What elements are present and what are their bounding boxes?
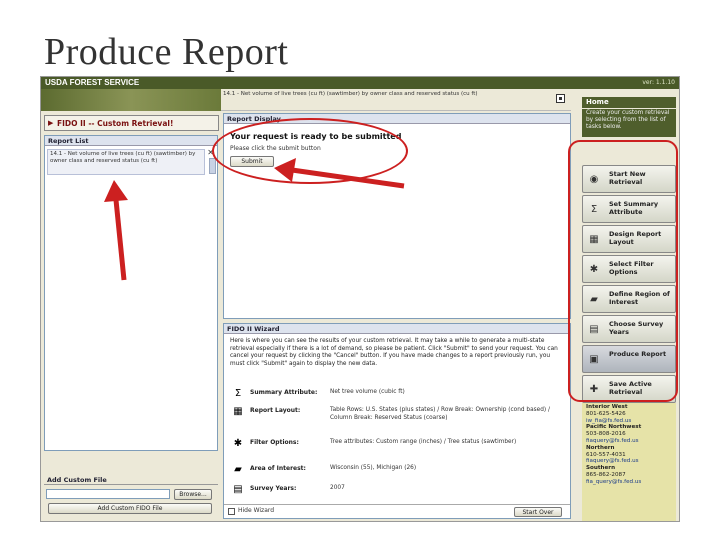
slide-title: Produce Report [44,31,289,73]
custom-file-header: Add Custom File [44,475,218,485]
report-list-panel: Report List 14.1 - Net volume of live tr… [44,135,218,451]
browse-button[interactable]: Browse... [174,489,212,500]
brand-logo: USDA FOREST SERVICE [45,78,140,87]
region-name: Interior West [586,404,628,410]
top-bar: USDA FOREST SERVICE ver: 1.1.10 [41,77,679,89]
region-phone: 610-557-4031 [586,451,626,458]
attr-label: Survey Years: [250,485,297,492]
contacts-panel: Interior West 801-625-5426 iw_fia@fs.fed… [582,403,676,521]
nav-intro-text: Create your custom retrieval by selectin… [582,109,676,137]
wizard-header: FIDO II Wizard [224,324,570,334]
region-phone: 865-862-2087 [586,471,626,478]
report-list-header: Report List [45,136,217,146]
retrieval-title: ▶ FIDO II -- Custom Retrieval! [44,115,219,131]
region-name: Pacific Northwest [586,424,642,431]
attr-value: Tree attributes: Custom range (inches) /… [330,439,517,445]
attr-value: Table Rows: U.S. States (plus states) / … [330,407,550,421]
survey-years-row: ▤ Survey Years: 2007 [230,484,564,506]
add-custom-file-panel: Add Custom File Browse... Add Custom FID… [44,475,218,519]
forest-banner [41,89,221,111]
file-path-input[interactable] [46,489,170,499]
region-name: Southern [586,465,616,472]
region-email-link[interactable]: fia_query@fs.fed.us [586,479,672,486]
attr-label: Report Layout: [250,407,301,414]
window-toggle-icon[interactable] [556,94,565,103]
region-phone: 801-625-5426 [586,410,626,417]
hide-wizard-checkbox[interactable] [228,508,235,515]
home-button[interactable]: Home [582,97,676,108]
map-icon: ▰ [234,464,242,475]
attr-label: Summary Attribute: [250,389,318,396]
attr-label: Filter Options: [250,439,299,446]
triangle-icon: ▶ [48,119,54,127]
filter-options-row: ✱ Filter Options: Tree attributes: Custo… [230,438,564,460]
region-email-link[interactable]: iw_fia@fs.fed.us [586,418,672,425]
region-phone: 503-808-2016 [586,431,626,438]
retrieval-title-text: FIDO II -- Custom Retrieval! [57,119,174,128]
wizard-instructions: Here is where you can see the results of… [230,338,558,367]
sigma-icon: Σ [234,388,242,399]
region-name: Northern [586,444,615,451]
retrieval-path-text: 14.1 - Net volume of live trees (cu ft) … [223,91,478,97]
scrollbar[interactable] [209,158,216,174]
report-layout-row: ▦ Report Layout: Table Rows: U.S. States… [230,406,564,434]
attr-label: Area of Interest: [250,465,306,472]
region-email-link[interactable]: fiaquery@fs.fed.us [586,458,672,465]
filter-icon: ✱ [233,438,243,449]
add-custom-fido-button[interactable]: Add Custom FIDO File [48,503,212,514]
wizard-panel: FIDO II Wizard Here is where you can see… [223,323,571,519]
version-label: ver: 1.1.10 [642,79,675,86]
attr-value: 2007 [330,485,345,491]
hide-wizard-label: Hide Wizard [238,507,275,514]
annotation-rectangle [568,140,678,402]
annotation-ellipse [212,118,408,184]
region-email-link[interactable]: fiaquery@fs.fed.us [586,438,672,445]
calendar-icon: ▤ [233,484,243,495]
layout-icon: ▦ [233,406,243,417]
left-column: ▶ FIDO II -- Custom Retrieval! Report Li… [41,111,221,521]
report-list-item[interactable]: 14.1 - Net volume of live trees (cu ft) … [47,149,205,175]
attr-value: Net tree volume (cubic ft) [330,389,405,395]
retrieval-path-bar: 14.1 - Net volume of live trees (cu ft) … [221,89,571,111]
attr-value: Wisconsin (55), Michigan (26) [330,465,417,471]
start-over-button[interactable]: Start Over [514,507,562,517]
area-of-interest-row: ▰ Area of Interest: Wisconsin (55), Mich… [230,464,564,486]
wizard-footer: Hide Wizard Start Over [224,504,570,518]
